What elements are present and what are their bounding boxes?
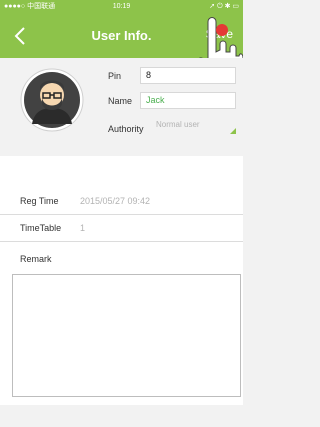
reg-time-row: Reg Time 2015/05/27 09:42: [0, 188, 243, 215]
touch-dot-icon: [216, 24, 228, 36]
timetable-value: 1: [80, 223, 86, 233]
profile-section: Pin 8 Name Jack Authority Normal user: [0, 58, 243, 156]
remark-label: Remark: [20, 254, 52, 264]
authority-label: Authority: [108, 124, 144, 134]
remark-textarea[interactable]: [12, 274, 241, 397]
info-list: Reg Time 2015/05/27 09:42 TimeTable 1: [0, 188, 243, 242]
timetable-label: TimeTable: [20, 223, 62, 233]
dropdown-corner-icon: [230, 128, 236, 134]
name-label: Name: [108, 96, 133, 106]
authority-value: Normal user: [156, 120, 200, 129]
authority-select[interactable]: Normal user: [156, 120, 236, 136]
pin-field[interactable]: 8: [140, 67, 236, 84]
timetable-row[interactable]: TimeTable 1: [0, 215, 243, 242]
reg-time-label: Reg Time: [20, 196, 59, 206]
name-field[interactable]: Jack: [140, 92, 236, 109]
reg-time-value: 2015/05/27 09:42: [80, 196, 151, 206]
pin-label: Pin: [108, 71, 122, 81]
avatar[interactable]: [20, 68, 84, 132]
